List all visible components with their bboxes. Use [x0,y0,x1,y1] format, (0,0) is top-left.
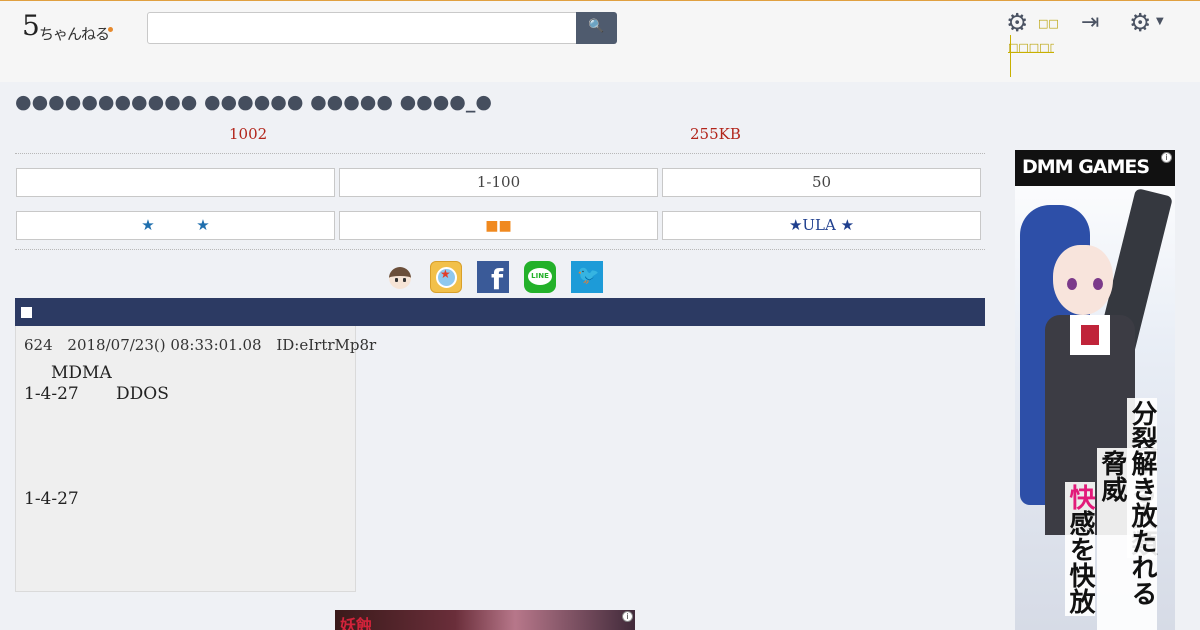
nav-button-squares[interactable]: ■■ [339,211,658,240]
settings-label[interactable]: □□ [1038,17,1059,30]
facebook-icon: f [491,263,504,296]
logo-dot [108,27,113,32]
star-icon: ★ [141,216,155,234]
gear-icon[interactable]: ⚙ [1006,8,1028,37]
post-date: 2018/07/23() 08:33:01.08 [67,336,262,354]
nav-button-all[interactable] [16,168,335,197]
search-button[interactable]: 🔍 [576,12,617,44]
ad-bottom-text: 妖蝕 [340,616,373,630]
ad-brand: DMM GAMES [1022,156,1150,178]
settings-connector-line [1010,35,1011,77]
nav-button-range[interactable]: 1-100 [339,168,658,197]
res-count: 1002 [229,125,268,143]
chevron-down-icon[interactable]: ▼ [1156,16,1164,27]
divider [15,249,985,250]
ad-copy: 解き放たれる脅威 [1097,448,1157,630]
thread-size: 255KB [690,125,741,143]
post-item: 624 2018/07/23() 08:33:01.08 ID:eIrtrMp8… [15,326,376,592]
mascot-share-button[interactable] [383,261,415,293]
post-id[interactable]: ID:eIrtrMp8r [276,336,376,354]
thread-title: ●●●●●●●●●●● ●●●●●● ●●●●● ●●●●_● [15,91,492,113]
ad-copy-accent: 快 [1065,484,1095,510]
ad-art [1081,325,1099,345]
orange-square-icon: ■■ [485,218,512,234]
post-text: 1-4-27 [24,489,79,509]
search-icon: 🔍 [588,19,605,34]
ad-art [1053,245,1113,315]
post-section-header [15,298,985,326]
settings-gear-icon[interactable]: ⚙ [1129,8,1151,37]
ad-copy-rest: 感を快放 [1065,510,1095,614]
post-number[interactable]: 624 [24,336,53,354]
line-share-button[interactable]: LINE [524,261,556,293]
line-icon: LINE [528,268,552,285]
star-icon: ★ [196,216,210,234]
ad-info-icon[interactable]: i [1161,152,1172,163]
facebook-share-button[interactable]: f [477,261,509,296]
bottom-advertisement[interactable]: 妖蝕 i [335,610,635,630]
post-meta: 624 2018/07/23() 08:33:01.08 ID:eIrtrMp8… [24,336,386,354]
ad-brand-bar: DMM GAMES i [1015,150,1175,186]
settings-sub-link[interactable]: □□□□□□ [1008,41,1054,53]
nav-button-latest[interactable]: 50 [662,168,981,197]
post-text: DDOS [116,384,169,404]
ad-art [1093,278,1103,290]
ad-copy: 快感を快放 [1065,482,1095,616]
bookmark-share-button[interactable]: ★ [430,261,462,293]
search-input[interactable] [147,12,577,44]
ad-info-icon[interactable]: i [622,611,633,622]
logo-text: ちゃんねる [39,25,110,43]
logo-five: 5 [22,9,40,42]
mascot-eye [395,278,398,282]
twitter-icon: 🐦 [577,265,600,286]
square-icon [21,307,32,318]
login-icon[interactable]: ⇥ [1081,10,1099,35]
ad-art [1067,278,1077,290]
twitter-share-button[interactable]: 🐦 [571,261,603,293]
mascot-eye [403,278,406,282]
mascot-icon [389,267,411,289]
site-header: 5 ちゃんねる 🔍 ⚙ □□ □□□□□□ ⇥ ⚙ ▼ [0,1,1200,82]
side-advertisement[interactable]: DMM GAMES i 分裂する人類 解き放たれる脅威 快感を快放 [1015,150,1175,630]
bookmark-star-icon: ★ [440,267,451,281]
post-text: 1-4-27 [24,384,79,404]
divider [15,153,985,154]
nav-button-ula[interactable]: ★ULA ★ [662,211,981,240]
post-text: MDMA [51,363,112,383]
nav-button-star[interactable]: ★ ★ [16,211,335,240]
